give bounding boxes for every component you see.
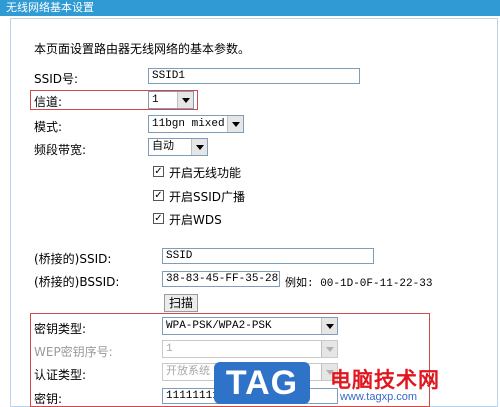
chevron-down-icon — [177, 92, 193, 108]
key-type-label: 密钥类型: — [34, 322, 87, 336]
chevron-down-icon — [321, 341, 337, 357]
bandwidth-value: 自动 — [152, 141, 174, 153]
channel-select[interactable]: 1 — [148, 91, 194, 109]
watermark-url: www.tagxp.com — [340, 391, 418, 403]
tag-logo: TAG — [214, 362, 310, 404]
mode-select[interactable]: 11bgn mixed — [148, 115, 244, 133]
bridge-ssid-input[interactable]: SSID — [162, 248, 374, 264]
ssid-label: SSID号: — [34, 72, 79, 86]
wds-checkbox[interactable]: ✓ — [153, 213, 164, 224]
bridge-bssid-label: (桥接的)BSSID: — [34, 275, 120, 289]
mode-value: 11bgn mixed — [152, 118, 225, 130]
watermark-site-name: 电脑技术网 — [330, 368, 440, 392]
channel-label: 信道: — [34, 95, 63, 109]
scan-button[interactable]: 扫描 — [164, 294, 198, 312]
key-type-select[interactable]: WPA-PSK/WPA2-PSK — [162, 317, 338, 335]
enable-wireless-label: 开启无线功能 — [169, 166, 242, 180]
bridge-bssid-input[interactable]: 38-83-45-FF-35-28 — [162, 271, 280, 287]
chevron-down-icon — [191, 139, 207, 155]
wep-index-label: WEP密钥序号: — [34, 345, 113, 359]
chevron-down-icon — [227, 116, 243, 132]
wep-index-value: 1 — [166, 343, 173, 355]
key-label: 密钥: — [34, 392, 63, 406]
wds-label: 开启WDS — [169, 213, 222, 227]
mode-label: 模式: — [34, 120, 63, 134]
bssid-example: 例如: 00-1D-0F-11-22-33 — [285, 278, 433, 290]
bridge-ssid-label: (桥接的)SSID: — [34, 252, 112, 266]
auth-type-value: 开放系统 — [166, 366, 210, 378]
ssid-broadcast-label: 开启SSID广播 — [169, 190, 246, 204]
page-title: 无线网络基本设置 — [0, 0, 500, 16]
page-description: 本页面设置路由器无线网络的基本参数。 — [34, 42, 251, 56]
auth-type-label: 认证类型: — [34, 368, 87, 382]
bandwidth-label: 频段带宽: — [34, 143, 87, 157]
ssid-input[interactable]: SSID1 — [148, 68, 360, 84]
bandwidth-select[interactable]: 自动 — [148, 138, 208, 156]
key-type-value: WPA-PSK/WPA2-PSK — [166, 320, 272, 332]
channel-value: 1 — [152, 94, 159, 106]
ssid-broadcast-checkbox[interactable]: ✓ — [153, 190, 164, 201]
enable-wireless-checkbox[interactable]: ✓ — [153, 166, 164, 177]
wep-index-select[interactable]: 1 — [162, 340, 338, 358]
chevron-down-icon — [321, 318, 337, 334]
